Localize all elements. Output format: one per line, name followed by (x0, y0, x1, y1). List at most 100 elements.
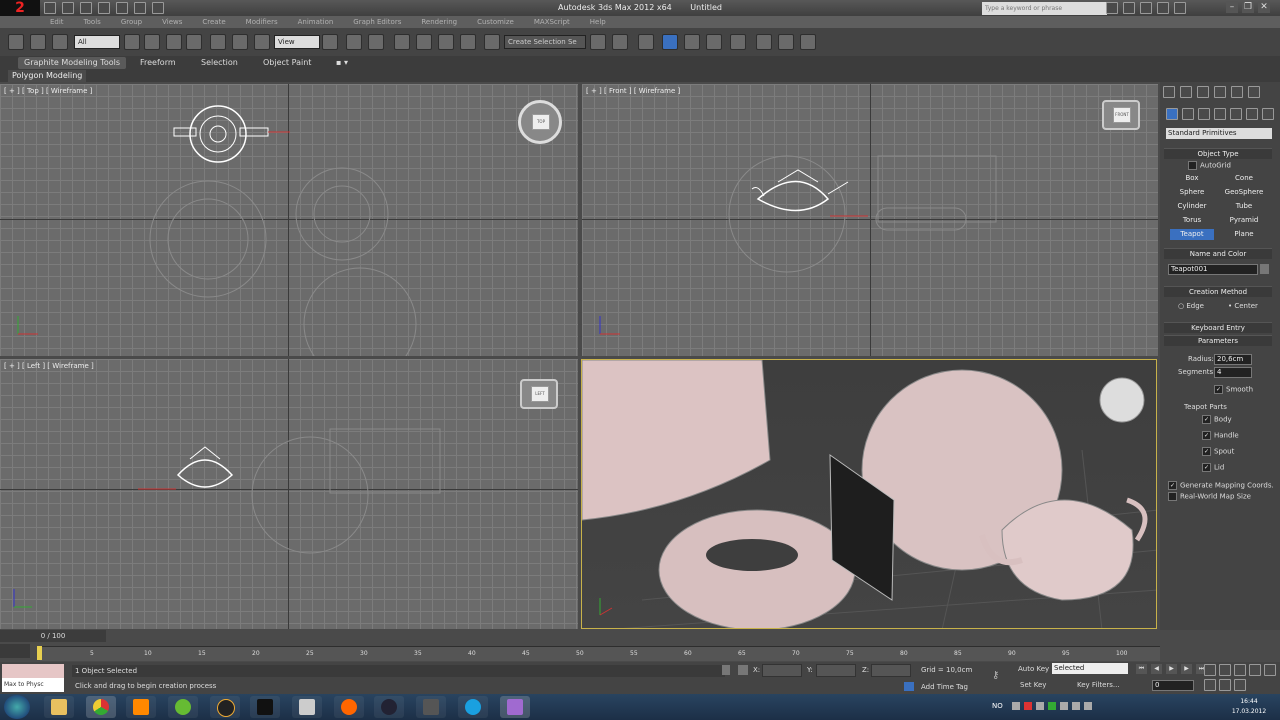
language-indicator[interactable]: NO (992, 702, 1003, 710)
z-coordinate-field[interactable] (871, 664, 911, 677)
handle-checkbox[interactable]: ✓ Handle (1202, 431, 1239, 440)
tray-icon[interactable] (1048, 702, 1056, 710)
tab-graphite-modeling-tools[interactable]: Graphite Modeling Tools (18, 57, 127, 69)
viewcube-top[interactable]: TOP (518, 100, 562, 144)
orbit-icon[interactable] (1219, 679, 1231, 691)
geometry-icon[interactable] (1166, 108, 1178, 120)
create-tab-icon[interactable] (1163, 86, 1175, 98)
spout-checkbox[interactable]: ✓ Spout (1202, 447, 1234, 456)
menu-modifiers[interactable]: Modifiers (246, 16, 278, 28)
key-filters-button[interactable]: Key Filters... (1077, 681, 1120, 689)
favorites-icon[interactable] (1157, 2, 1169, 14)
time-tag-icon[interactable] (904, 682, 914, 691)
maximize-viewport-icon[interactable] (1234, 679, 1246, 691)
menu-create[interactable]: Create (202, 16, 225, 28)
next-frame-icon[interactable]: ▶ (1181, 664, 1192, 674)
subscription-icon[interactable] (1123, 2, 1135, 14)
radius-spinner[interactable]: 20,6cm (1214, 354, 1252, 365)
origin-taskbar-icon[interactable] (334, 696, 364, 718)
generate-mapping-checkbox[interactable]: ✓ Generate Mapping Coords. (1168, 481, 1274, 490)
systems-icon[interactable] (1262, 108, 1274, 120)
redo-icon[interactable] (116, 2, 128, 14)
save-file-icon[interactable] (80, 2, 92, 14)
teapot-button[interactable]: Teapot (1170, 229, 1214, 240)
zoom-extents-icon[interactable] (1234, 664, 1246, 676)
menu-views[interactable]: Views (162, 16, 182, 28)
open-file-icon[interactable] (62, 2, 74, 14)
new-file-icon[interactable] (44, 2, 56, 14)
winamp-taskbar-icon[interactable] (210, 696, 240, 718)
menu-maxscript[interactable]: MAXScript (534, 16, 570, 28)
volume-icon[interactable] (1084, 702, 1092, 710)
close-icon[interactable]: ✕ (1258, 1, 1270, 13)
viewport-left[interactable]: [ + ] [ Left ] [ Wireframe ] LEFT (0, 359, 578, 629)
pivot-center-icon[interactable] (322, 34, 338, 50)
menu-group[interactable]: Group (121, 16, 142, 28)
object-color-swatch[interactable] (1260, 264, 1269, 274)
hold-icon[interactable] (134, 2, 146, 14)
viewport-left-label[interactable]: [ + ] [ Left ] [ Wireframe ] (4, 362, 94, 370)
hierarchy-tab-icon[interactable] (1197, 86, 1209, 98)
scale-icon[interactable] (254, 34, 270, 50)
layer-manager-icon[interactable] (638, 34, 654, 50)
tray-icon[interactable] (1024, 702, 1032, 710)
select-by-name-icon[interactable] (144, 34, 160, 50)
menu-tools[interactable]: Tools (84, 16, 101, 28)
keyboard-shortcut-icon[interactable] (368, 34, 384, 50)
viewcube-front[interactable]: FRONT (1102, 100, 1140, 130)
menu-graph-editors[interactable]: Graph Editors (353, 16, 401, 28)
vlc-taskbar-icon[interactable] (126, 696, 156, 718)
torus-button[interactable]: Torus (1168, 215, 1216, 226)
restore-icon[interactable]: ❐ (1242, 1, 1254, 13)
lights-icon[interactable] (1198, 108, 1210, 120)
steam-taskbar-icon[interactable] (374, 696, 404, 718)
box-button[interactable]: Box (1168, 173, 1216, 184)
calculator-taskbar-icon[interactable] (292, 696, 322, 718)
select-manipulate-icon[interactable] (346, 34, 362, 50)
render-production-icon[interactable] (800, 34, 816, 50)
viewcube-perspective[interactable] (1099, 377, 1145, 423)
y-coordinate-field[interactable] (816, 664, 856, 677)
rectangular-selection-icon[interactable] (166, 34, 182, 50)
zoom-extents-all-icon[interactable] (1249, 664, 1261, 676)
binoculars-icon[interactable] (1106, 2, 1118, 14)
key-mode-dropdown[interactable]: Selected (1052, 663, 1128, 674)
viewcube-left[interactable]: LEFT (520, 379, 558, 409)
notepad-taskbar-icon[interactable] (250, 696, 280, 718)
parameters-rollout[interactable]: Parameters (1164, 335, 1272, 346)
window-crossing-icon[interactable] (186, 34, 202, 50)
keyboard-entry-rollout[interactable]: Keyboard Entry (1164, 322, 1272, 333)
select-object-icon[interactable] (124, 34, 140, 50)
tube-button[interactable]: Tube (1220, 201, 1268, 212)
key-icon[interactable]: ⚷ (992, 671, 1010, 681)
spinner-snap-icon[interactable] (460, 34, 476, 50)
auto-key-button[interactable]: Auto Key (1018, 665, 1049, 673)
tray-icon[interactable] (1060, 702, 1068, 710)
gimp-taskbar-icon[interactable] (416, 696, 446, 718)
rotate-icon[interactable] (232, 34, 248, 50)
material-editor-icon[interactable] (730, 34, 746, 50)
sphere-button[interactable]: Sphere (1168, 187, 1216, 198)
category-dropdown[interactable]: Standard Primitives (1166, 128, 1272, 139)
plane-button[interactable]: Plane (1220, 229, 1268, 240)
smooth-checkbox[interactable]: ✓ Smooth (1214, 385, 1253, 394)
cameras-icon[interactable] (1214, 108, 1226, 120)
previous-frame-icon[interactable]: ◀ (1151, 664, 1162, 674)
helpers-icon[interactable] (1230, 108, 1242, 120)
menu-customize[interactable]: Customize (477, 16, 514, 28)
lock-selection-icon[interactable] (722, 665, 730, 675)
go-to-start-icon[interactable]: ⏮ (1136, 664, 1147, 674)
real-world-map-checkbox[interactable]: Real-World Map Size (1168, 492, 1251, 501)
viewport-top[interactable]: [ + ] [ Top ] [ Wireframe ] TOP (0, 84, 578, 356)
cone-button[interactable]: Cone (1220, 173, 1268, 184)
selection-filter-dropdown[interactable]: All (74, 35, 120, 49)
viewport-perspective[interactable] (581, 359, 1157, 629)
pyramid-button[interactable]: Pyramid (1220, 215, 1268, 226)
schematic-view-icon[interactable] (706, 34, 722, 50)
spotify-taskbar-icon[interactable] (168, 696, 198, 718)
object-name-input[interactable]: Teapot001 (1168, 264, 1258, 275)
network-icon[interactable] (1072, 702, 1080, 710)
motion-tab-icon[interactable] (1214, 86, 1226, 98)
geosphere-button[interactable]: GeoSphere (1220, 187, 1268, 198)
name-and-color-rollout[interactable]: Name and Color (1164, 248, 1272, 259)
